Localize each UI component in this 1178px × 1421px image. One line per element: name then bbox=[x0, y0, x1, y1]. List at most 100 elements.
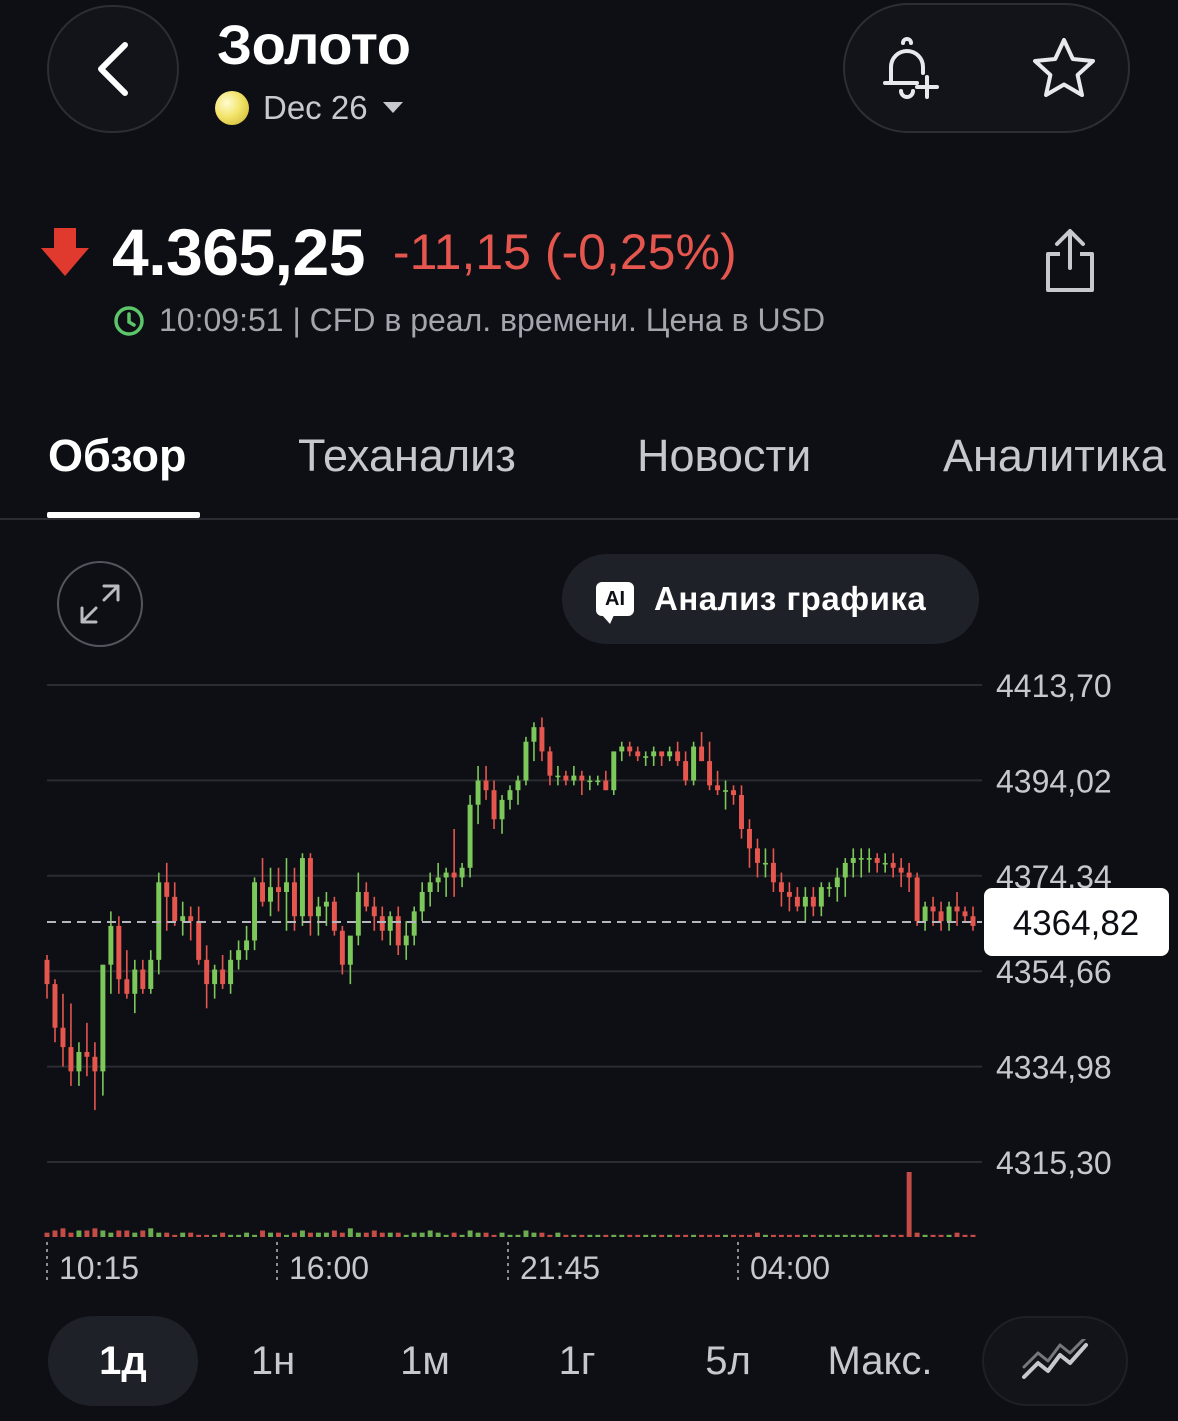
tab-analytics[interactable]: Аналитика bbox=[943, 430, 1166, 482]
candle bbox=[731, 790, 736, 796]
candle bbox=[778, 882, 784, 892]
candle bbox=[691, 746, 697, 781]
volume-bar bbox=[762, 1234, 768, 1237]
candle bbox=[180, 916, 186, 922]
candle bbox=[898, 867, 904, 873]
candle bbox=[60, 1027, 66, 1048]
last-price: 4.365,25 bbox=[112, 215, 365, 289]
x-tick-label: 16:00 bbox=[289, 1250, 369, 1286]
volume-bar bbox=[850, 1234, 856, 1237]
candle bbox=[172, 896, 178, 922]
candle bbox=[834, 877, 840, 888]
candle bbox=[44, 959, 50, 985]
candle bbox=[715, 785, 721, 791]
candle bbox=[858, 858, 864, 860]
candle bbox=[547, 751, 553, 776]
chart-grid bbox=[47, 684, 982, 1163]
candle bbox=[387, 916, 393, 931]
candle bbox=[611, 751, 617, 791]
candle bbox=[331, 901, 337, 931]
volume-bar bbox=[858, 1234, 864, 1237]
chart-type-button[interactable] bbox=[982, 1316, 1128, 1406]
fullscreen-chart-button[interactable] bbox=[57, 561, 143, 647]
period-max[interactable]: Макс. bbox=[810, 1316, 950, 1406]
share-button[interactable] bbox=[1035, 225, 1105, 297]
volume-bar bbox=[786, 1234, 792, 1237]
contract-selector[interactable]: Dec 26 bbox=[215, 88, 404, 128]
tab-overview[interactable]: Обзор bbox=[48, 430, 186, 482]
volume-bar bbox=[291, 1232, 297, 1237]
volume-bar bbox=[962, 1234, 968, 1237]
volume-bar bbox=[723, 1234, 729, 1237]
tab-technical-analysis[interactable]: Теханализ bbox=[298, 430, 516, 482]
x-tick-label: 21:45 bbox=[520, 1250, 600, 1286]
ai-chart-analysis-button[interactable]: AI Анализ графика bbox=[562, 554, 979, 644]
candle bbox=[188, 916, 194, 922]
volume-bar bbox=[499, 1232, 505, 1237]
candle bbox=[244, 940, 250, 951]
volume-bar bbox=[244, 1232, 250, 1237]
back-button[interactable] bbox=[47, 5, 179, 133]
volume-bar bbox=[611, 1234, 617, 1237]
volume-bar bbox=[467, 1230, 473, 1237]
add-alert-button[interactable] bbox=[873, 35, 943, 105]
candle bbox=[699, 746, 705, 762]
period-1y[interactable]: 1г bbox=[522, 1316, 632, 1406]
volume-bar bbox=[355, 1232, 361, 1237]
volume-bar bbox=[347, 1228, 353, 1237]
candle bbox=[906, 872, 912, 878]
volume-bar bbox=[778, 1234, 784, 1237]
candle bbox=[355, 891, 361, 936]
candle bbox=[100, 964, 106, 1072]
candle bbox=[747, 828, 752, 849]
volume-bar bbox=[52, 1230, 58, 1237]
volume-bar bbox=[818, 1234, 824, 1237]
y-tick-label: 4354,66 bbox=[996, 954, 1112, 990]
period-1m[interactable]: 1м bbox=[370, 1316, 480, 1406]
volume-bar bbox=[802, 1234, 808, 1237]
candle bbox=[643, 756, 649, 758]
volume-bar bbox=[156, 1232, 162, 1237]
candle bbox=[467, 804, 473, 868]
volume-bar bbox=[914, 1232, 920, 1237]
volume-bar bbox=[523, 1230, 529, 1237]
period-5y[interactable]: 5л bbox=[673, 1316, 783, 1406]
candle bbox=[411, 911, 417, 936]
volume-bar bbox=[236, 1234, 242, 1237]
candle bbox=[164, 882, 170, 897]
volume-bar bbox=[100, 1230, 106, 1237]
candle bbox=[252, 882, 258, 941]
volume-bar bbox=[491, 1234, 497, 1237]
candle bbox=[220, 969, 226, 985]
volume-bar bbox=[667, 1234, 673, 1237]
tab-news[interactable]: Новости bbox=[637, 430, 811, 482]
candle bbox=[132, 969, 138, 994]
quote-time-info: 10:09:51 | CFD в реал. времени. Цена в U… bbox=[113, 302, 825, 339]
period-1w[interactable]: 1н bbox=[218, 1316, 328, 1406]
period-1d[interactable]: 1д bbox=[48, 1316, 198, 1406]
volume-bar bbox=[395, 1232, 401, 1237]
candle bbox=[707, 761, 713, 786]
volume-bar bbox=[196, 1234, 202, 1237]
volume-bar bbox=[699, 1234, 705, 1237]
candle bbox=[619, 746, 625, 752]
volume-bar bbox=[515, 1234, 521, 1237]
candle bbox=[291, 882, 297, 917]
volume-bar bbox=[475, 1232, 481, 1237]
candle bbox=[212, 969, 218, 985]
instrument-title: Золото bbox=[217, 13, 411, 76]
candle bbox=[347, 935, 353, 965]
candle bbox=[786, 891, 792, 897]
candle bbox=[571, 775, 577, 781]
volume-bar bbox=[268, 1232, 273, 1237]
gold-coin-icon bbox=[215, 91, 249, 125]
volume-bar bbox=[483, 1232, 489, 1237]
volume-bar bbox=[954, 1232, 960, 1237]
candle bbox=[483, 780, 489, 791]
price-chart[interactable]: 4413,704394,024374,344354,664334,984315,… bbox=[0, 660, 1178, 1300]
add-to-watchlist-button[interactable] bbox=[1029, 35, 1099, 105]
y-tick-label: 4413,70 bbox=[996, 668, 1112, 704]
volume-bar bbox=[76, 1230, 82, 1237]
volume-bar bbox=[507, 1234, 513, 1237]
candle bbox=[866, 858, 872, 860]
